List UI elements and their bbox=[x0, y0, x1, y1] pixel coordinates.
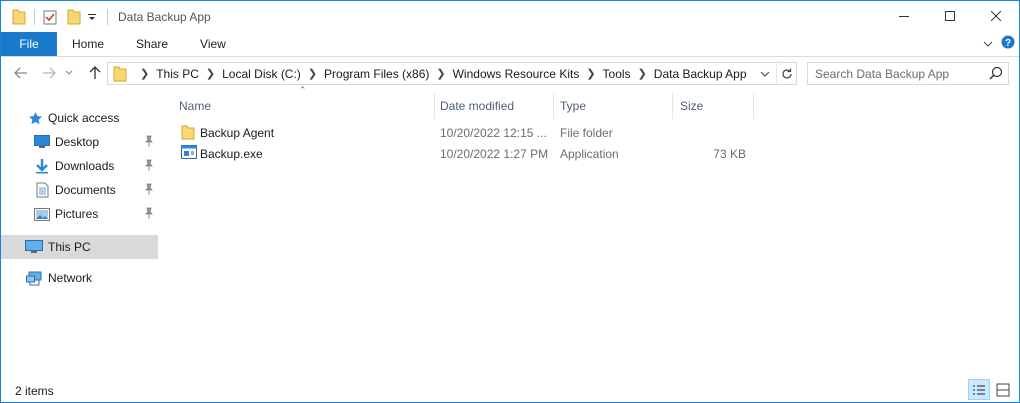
chevron-right-icon[interactable]: ❯ bbox=[436, 67, 445, 80]
column-header-size[interactable]: Size bbox=[680, 93, 753, 119]
view-toggle bbox=[968, 379, 1014, 400]
desktop-icon bbox=[34, 134, 50, 150]
nav-label: Desktop bbox=[55, 135, 100, 149]
breadcrumb-tools[interactable]: Tools bbox=[603, 67, 631, 81]
breadcrumb-resource-kits[interactable]: Windows Resource Kits bbox=[453, 67, 580, 81]
nav-item-downloads[interactable]: Downloads bbox=[1, 155, 158, 177]
nav-item-pictures[interactable]: Pictures bbox=[1, 203, 158, 225]
new-folder-icon[interactable] bbox=[65, 8, 83, 26]
up-button[interactable] bbox=[83, 61, 107, 85]
file-name: Backup Agent bbox=[200, 125, 275, 140]
maximize-button[interactable] bbox=[927, 1, 973, 31]
pin-icon[interactable] bbox=[144, 183, 154, 198]
back-button[interactable] bbox=[9, 61, 33, 85]
breadcrumb: ❯ This PC ❯ Local Disk (C:) ❯ Program Fi… bbox=[133, 67, 747, 81]
documents-icon bbox=[34, 182, 50, 198]
chevron-right-icon[interactable]: ❯ bbox=[638, 67, 647, 80]
column-header-date[interactable]: Date modified bbox=[440, 93, 553, 119]
downloads-icon bbox=[34, 158, 50, 174]
minimize-button[interactable] bbox=[881, 1, 927, 31]
table-row[interactable]: Backup.exe 10/20/2022 1:27 PM Applicatio… bbox=[173, 143, 753, 164]
breadcrumb-data-backup-app[interactable]: Data Backup App bbox=[654, 67, 747, 81]
pin-icon[interactable] bbox=[144, 135, 154, 150]
tab-home[interactable]: Home bbox=[57, 32, 120, 56]
file-list: ⌃ Name Date modified Type Size Backup Ag… bbox=[173, 85, 773, 359]
nav-item-documents[interactable]: Documents bbox=[1, 179, 158, 201]
breadcrumb-program-files[interactable]: Program Files (x86) bbox=[324, 67, 429, 81]
star-icon bbox=[27, 110, 43, 126]
network-icon bbox=[25, 270, 43, 286]
file-size: 73 KB bbox=[713, 146, 746, 161]
chevron-right-icon[interactable]: ❯ bbox=[308, 67, 317, 80]
nav-item-this-pc[interactable]: This PC bbox=[1, 235, 158, 259]
search-box[interactable] bbox=[807, 62, 1009, 85]
address-bar[interactable]: ❯ This PC ❯ Local Disk (C:) ❯ Program Fi… bbox=[107, 62, 797, 85]
file-date: 10/20/2022 12:15 ... bbox=[440, 125, 547, 140]
file-type: File folder bbox=[560, 125, 613, 140]
nav-label: This PC bbox=[48, 240, 91, 254]
tab-view[interactable]: View bbox=[184, 32, 242, 56]
pictures-icon bbox=[34, 206, 50, 222]
refresh-button[interactable] bbox=[776, 63, 796, 84]
large-icons-view-button[interactable] bbox=[992, 379, 1014, 400]
details-view-button[interactable] bbox=[968, 379, 990, 400]
pin-icon[interactable] bbox=[144, 207, 154, 222]
svg-text:?: ? bbox=[1005, 38, 1011, 49]
address-dropdown-button[interactable] bbox=[756, 63, 774, 84]
nav-label: Quick access bbox=[48, 111, 120, 125]
folder-icon bbox=[181, 124, 195, 143]
column-header-type[interactable]: Type bbox=[560, 93, 672, 119]
folder-icon[interactable] bbox=[10, 8, 28, 26]
nav-item-desktop[interactable]: Desktop bbox=[1, 131, 158, 153]
close-button[interactable] bbox=[973, 1, 1019, 31]
status-bar: 2 items bbox=[1, 379, 1019, 402]
forward-button[interactable] bbox=[37, 61, 61, 85]
ribbon-tabs: File Home Share View ? bbox=[1, 32, 1019, 57]
breadcrumb-local-disk[interactable]: Local Disk (C:) bbox=[222, 67, 301, 81]
folder-icon bbox=[113, 66, 129, 82]
properties-icon[interactable] bbox=[41, 8, 59, 26]
file-type: Application bbox=[560, 146, 619, 161]
expand-ribbon-icon[interactable] bbox=[983, 37, 993, 51]
nav-label: Network bbox=[48, 271, 93, 285]
navigation-pane: Quick access Desktop Downloads Documents… bbox=[1, 97, 158, 377]
pin-icon[interactable] bbox=[144, 159, 154, 174]
explorer-window: Data Backup App File Home Share View ? ❯… bbox=[0, 0, 1020, 403]
help-icon[interactable]: ? bbox=[1001, 35, 1015, 52]
application-icon bbox=[181, 145, 197, 162]
column-header-name[interactable]: Name bbox=[179, 93, 434, 119]
item-count: 2 items bbox=[15, 383, 54, 398]
tab-share[interactable]: Share bbox=[120, 32, 184, 56]
quick-access-toolbar bbox=[1, 1, 114, 32]
table-row[interactable]: Backup Agent 10/20/2022 12:15 ... File f… bbox=[173, 122, 753, 143]
search-input[interactable] bbox=[815, 66, 985, 81]
address-row: ❯ This PC ❯ Local Disk (C:) ❯ Program Fi… bbox=[1, 58, 1019, 89]
title-bar: Data Backup App bbox=[1, 1, 1019, 32]
tab-file[interactable]: File bbox=[1, 32, 57, 56]
file-date: 10/20/2022 1:27 PM bbox=[440, 146, 549, 161]
window-controls bbox=[881, 1, 1019, 31]
file-name: Backup.exe bbox=[200, 146, 263, 161]
nav-label: Documents bbox=[55, 183, 116, 197]
chevron-right-icon[interactable]: ❯ bbox=[140, 67, 149, 80]
breadcrumb-this-pc[interactable]: This PC bbox=[156, 67, 199, 81]
chevron-right-icon[interactable]: ❯ bbox=[206, 67, 215, 80]
nav-item-network[interactable]: Network bbox=[1, 267, 158, 289]
computer-icon bbox=[25, 239, 43, 255]
nav-label: Downloads bbox=[55, 159, 115, 173]
nav-label: Pictures bbox=[55, 207, 99, 221]
chevron-right-icon[interactable]: ❯ bbox=[586, 67, 595, 80]
window-title: Data Backup App bbox=[118, 9, 211, 24]
nav-quick-access[interactable]: Quick access bbox=[1, 107, 158, 129]
customize-toolbar-icon[interactable] bbox=[83, 8, 101, 26]
search-icon bbox=[989, 66, 1003, 83]
recent-locations-button[interactable] bbox=[61, 61, 77, 85]
